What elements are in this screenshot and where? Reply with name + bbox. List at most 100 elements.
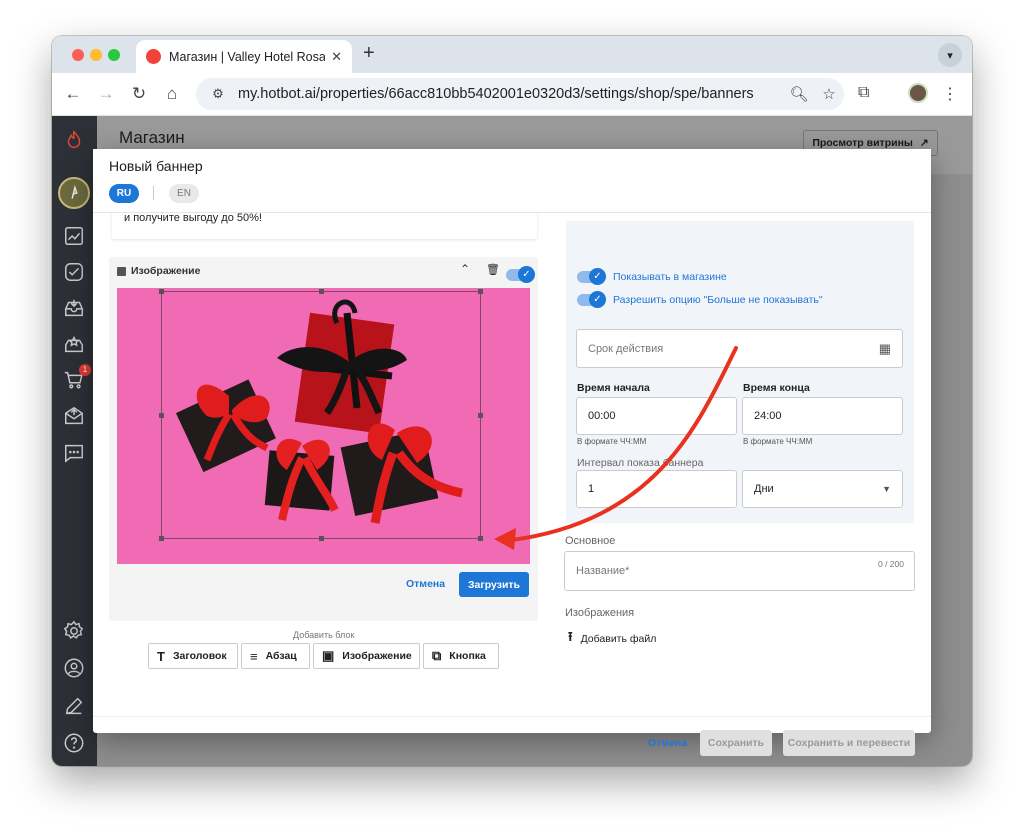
extensions-puzzle-icon[interactable]: ⧉ [858, 84, 869, 102]
add-heading-label: Заголовок [172, 650, 227, 662]
interval-unit-select[interactable]: Дни ▼ [742, 470, 903, 508]
app-sidebar: 1 [52, 116, 97, 766]
show-in-shop-toggle[interactable]: ✓ Показывать в магазине [577, 268, 727, 285]
text-t-icon: T [157, 648, 165, 664]
profile-avatar[interactable] [908, 83, 928, 103]
external-link-icon: ⧉ [432, 648, 442, 663]
cart-count-badge: 1 [79, 364, 91, 376]
site-settings-icon[interactable]: ⚙ [204, 86, 232, 102]
crop-selection-frame[interactable] [161, 291, 481, 539]
help-question-icon[interactable] [62, 731, 86, 755]
add-button-label: Кнопка [449, 650, 486, 662]
add-image-label: Изображение [342, 650, 412, 662]
dialog-cancel-button[interactable]: Отмена [648, 737, 687, 749]
reviews-star-box-icon[interactable] [62, 332, 86, 356]
lang-divider [153, 186, 154, 200]
header-divider [93, 212, 931, 213]
add-heading-button[interactable]: T Заголовок [148, 643, 238, 669]
lang-tab-en[interactable]: EN [169, 184, 199, 203]
allow-dont-show-label: Разрешить опцию "Больше не показывать" [613, 294, 823, 306]
browser-window: Магазин | Valley Hotel Rosa K ✕ + ▾ ← → … [52, 36, 972, 766]
settings-gear-icon[interactable] [62, 619, 86, 643]
footer-divider [93, 716, 931, 717]
save-and-translate-button[interactable]: Сохранить и перевести [783, 730, 915, 756]
end-time-label: Время конца [743, 382, 810, 394]
zoom-window-button[interactable] [108, 49, 120, 61]
inbox-download-icon[interactable] [62, 296, 86, 320]
toggle-check-icon: ✓ [589, 291, 606, 308]
allow-dont-show-switch[interactable]: ✓ [577, 291, 606, 308]
toggle-check-icon: ✓ [518, 266, 535, 283]
crop-handle[interactable] [478, 289, 483, 294]
start-time-label: Время начала [577, 382, 650, 394]
image-block-card: Изображение ⌃ 🗑︎ ✓ Отмена Загрузить [109, 257, 538, 621]
edit-pencil-icon[interactable] [62, 694, 86, 718]
chat-bubble-icon[interactable] [62, 441, 86, 465]
forward-arrow-icon[interactable]: → [95, 84, 117, 104]
crop-handle[interactable] [159, 289, 164, 294]
close-tab-icon[interactable]: ✕ [331, 49, 342, 65]
tab-title: Магазин | Valley Hotel Rosa K [169, 49, 326, 64]
crop-handle[interactable] [319, 289, 324, 294]
validity-date-field[interactable]: Срок действия ▦ [576, 329, 903, 368]
add-paragraph-button[interactable]: ≡ Абзац [241, 643, 310, 669]
address-bar[interactable]: ⚙ my.hotbot.ai/properties/66acc810bb5402… [196, 78, 844, 110]
browser-menu-icon[interactable]: ⋮ [942, 84, 958, 104]
calendar-icon[interactable]: ▦ [879, 341, 891, 357]
tasks-check-icon[interactable] [62, 260, 86, 284]
browser-tab[interactable]: Магазин | Valley Hotel Rosa K ✕ [136, 40, 352, 73]
show-in-shop-label: Показывать в магазине [613, 271, 727, 283]
reload-icon[interactable]: ↻ [128, 84, 150, 104]
image-block-header: Изображение [117, 265, 200, 277]
crop-handle[interactable] [478, 536, 483, 541]
close-window-button[interactable] [72, 49, 84, 61]
zoom-icon[interactable]: 🔍︎ [784, 85, 814, 103]
end-time-input[interactable]: 24:00 [742, 397, 903, 435]
dropdown-arrow-icon: ▼ [882, 484, 891, 494]
tab-strip: Магазин | Valley Hotel Rosa K ✕ + ▾ [52, 36, 972, 73]
main-section-label: Основное [565, 535, 616, 547]
home-icon[interactable]: ⌂ [161, 84, 183, 104]
add-button-button[interactable]: ⧉ Кнопка [423, 643, 499, 669]
crop-handle[interactable] [159, 413, 164, 418]
show-in-shop-switch[interactable]: ✓ [577, 268, 606, 285]
delete-trash-icon[interactable]: 🗑︎ [486, 263, 500, 276]
add-file-button[interactable]: ⭱ Добавить файл [568, 628, 656, 650]
profile-user-icon[interactable] [62, 656, 86, 680]
image-block-toggle[interactable]: ✓ [506, 266, 535, 283]
validity-placeholder: Срок действия [588, 342, 664, 355]
add-block-label: Добавить блок [293, 630, 355, 640]
minimize-window-button[interactable] [90, 49, 102, 61]
add-image-button[interactable]: ▣ Изображение [313, 643, 420, 669]
crop-handle[interactable] [319, 536, 324, 541]
crop-handle[interactable] [159, 536, 164, 541]
upload-arrow-icon: ⭱ [568, 629, 573, 644]
hotbot-logo-icon[interactable] [62, 128, 86, 152]
external-arrow-icon: ↗ [919, 137, 929, 149]
new-tab-button[interactable]: + [363, 42, 375, 65]
url-text[interactable]: my.hotbot.ai/properties/66acc810bb540200… [238, 86, 784, 102]
lang-tab-ru[interactable]: RU [109, 184, 139, 203]
paragraph-lines-icon: ≡ [250, 648, 258, 664]
upload-button[interactable]: Загрузить [459, 572, 529, 597]
back-arrow-icon[interactable]: ← [62, 84, 84, 104]
save-button[interactable]: Сохранить [700, 730, 772, 756]
banner-name-input[interactable]: Название* [564, 551, 915, 591]
crop-cancel-button[interactable]: Отмена [406, 578, 445, 590]
start-time-input[interactable]: 00:00 [576, 397, 737, 435]
image-icon: ▣ [322, 648, 335, 663]
browser-toolbar: ← → ↻ ⌂ ⚙ my.hotbot.ai/properties/66acc8… [52, 73, 972, 116]
storefront-preview-label: Просмотр витрины [812, 137, 913, 149]
analytics-chart-icon[interactable] [62, 224, 86, 248]
allow-dont-show-toggle[interactable]: ✓ Разрешить опцию "Больше не показывать" [577, 291, 823, 308]
property-avatar[interactable] [58, 177, 90, 209]
banner-image-crop-area[interactable] [117, 288, 530, 564]
crop-handle[interactable] [478, 413, 483, 418]
new-banner-dialog: и получите выгоду до 50%! Новый баннер R… [93, 149, 931, 756]
tab-search-chevron-icon[interactable]: ▾ [938, 43, 962, 67]
start-time-hint: В формате ЧЧ:ММ [577, 437, 647, 446]
interval-input[interactable]: 1 [576, 470, 737, 508]
collapse-caret-icon[interactable]: ⌃ [460, 262, 470, 276]
bookmark-star-icon[interactable]: ☆ [814, 85, 844, 103]
mailing-envelope-icon[interactable] [62, 404, 86, 428]
